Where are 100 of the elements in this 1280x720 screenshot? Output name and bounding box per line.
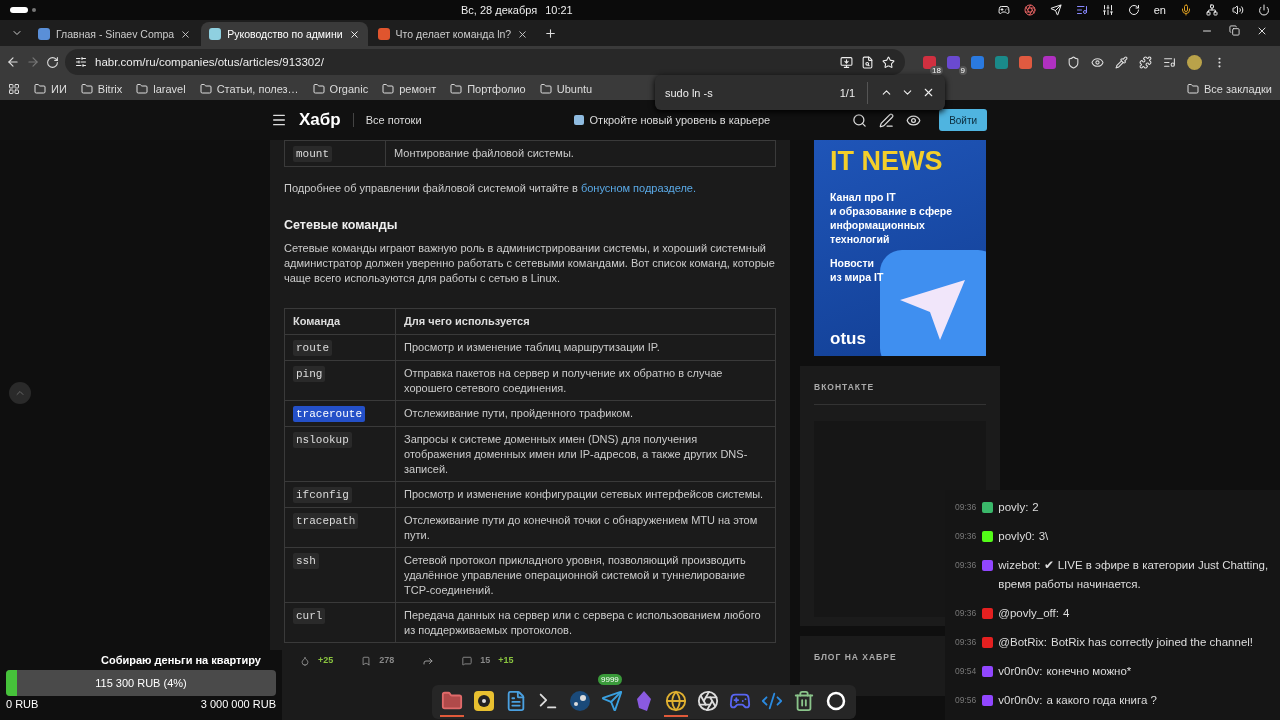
- folder-icon[interactable]: [539, 83, 552, 95]
- folder-icon[interactable]: [34, 83, 46, 95]
- extension-icon[interactable]: [1091, 55, 1104, 69]
- search-icon[interactable]: [852, 112, 868, 128]
- folder-icon[interactable]: [136, 83, 149, 95]
- media-icon[interactable]: [1163, 55, 1176, 69]
- find-field[interactable]: sudo ln -s: [665, 86, 832, 99]
- message-time: 09:36: [955, 559, 977, 572]
- shield-icon[interactable]: [1067, 55, 1080, 69]
- message-time: 09:54: [955, 665, 977, 678]
- eye-icon[interactable]: [906, 112, 922, 128]
- message-time: 09:56: [955, 694, 977, 707]
- pen-icon[interactable]: [879, 112, 895, 128]
- menu-icon[interactable]: [271, 112, 287, 128]
- table-cell: Передача данных на сервер или с сервера с использованием любого из поддерживаемых протоколов.: [395, 602, 776, 643]
- install-icon[interactable]: [840, 55, 853, 69]
- bookmark-star-icon[interactable]: [882, 55, 895, 69]
- command-code: ping: [293, 366, 326, 382]
- bookmark-folder[interactable]: Ubuntu: [556, 83, 593, 95]
- table-cell: Просмотр и изменение таблиц маршрутизации IP.: [395, 334, 776, 361]
- message-time: 09:36: [955, 530, 977, 543]
- site-settings-icon[interactable]: [75, 56, 87, 68]
- trash-icon[interactable]: [793, 690, 815, 712]
- close-icon[interactable]: [1256, 25, 1268, 37]
- badge-count: 18: [930, 65, 943, 75]
- chat-message: v0r0n0v: конечно можно*: [998, 664, 1132, 679]
- gamepad-icon[interactable]: [997, 4, 1010, 16]
- bookmark-folder[interactable]: Статьи, полез…: [216, 83, 299, 95]
- bookmark-folder[interactable]: ремонт: [399, 83, 437, 95]
- close-icon[interactable]: [348, 28, 360, 40]
- chat-message: wizebot: ✔ LIVE в эфире в категории Just Chatting, время работы начинается.: [998, 558, 1270, 592]
- bookmark-icon[interactable]: [361, 655, 372, 666]
- find-icon[interactable]: [861, 55, 874, 69]
- bookmark-folder[interactable]: Портфолио: [467, 83, 526, 95]
- new-comment-count: +15: [498, 654, 514, 667]
- goal-max: 3 000 000 RUB: [200, 698, 276, 710]
- microphone-icon[interactable]: [1180, 4, 1192, 16]
- new-tab-icon[interactable]: [544, 26, 558, 40]
- folder-icon[interactable]: [80, 83, 93, 95]
- close-icon[interactable]: [922, 86, 935, 99]
- donation-amount: 115 300 RUB (4%): [95, 677, 187, 689]
- profile-avatar[interactable]: [1187, 54, 1202, 70]
- ad-banner[interactable]: IT NEWS Канал про IT и образование в сфере информационных технологий Новости из мира IT otus: [814, 140, 986, 356]
- message-time: 09:36: [955, 607, 977, 620]
- back-icon[interactable]: [6, 55, 20, 69]
- folder-icon[interactable]: [1186, 83, 1199, 95]
- article-paragraph: Подробнее об управлении файловой системой читайте в бонусном подразделе.: [284, 181, 698, 196]
- ad-title: IT NEWS: [830, 146, 944, 176]
- document-icon[interactable]: [505, 690, 527, 712]
- close-icon[interactable]: [180, 28, 192, 40]
- feed-link[interactable]: Все потоки: [365, 114, 422, 126]
- drop-icon[interactable]: [300, 655, 310, 666]
- table-cell: mount: [284, 140, 386, 167]
- tab-title: Главная - Sinaev Compa: [56, 28, 175, 40]
- reload-icon[interactable]: [46, 55, 59, 69]
- folder-icon[interactable]: [312, 83, 325, 95]
- extensions-icon[interactable]: [1139, 55, 1152, 69]
- network-icon[interactable]: [1206, 4, 1218, 16]
- sliders-icon[interactable]: [1101, 4, 1114, 16]
- bookmark-folder[interactable]: laravel: [153, 83, 186, 95]
- pipette-icon[interactable]: [1115, 55, 1128, 69]
- keyboard-layout[interactable]: en: [1153, 4, 1166, 16]
- chat-message: povly: 2: [998, 500, 1039, 515]
- close-icon[interactable]: [517, 28, 529, 40]
- folder-icon[interactable]: [450, 83, 463, 95]
- bookmark-folder[interactable]: ИИ: [51, 83, 67, 95]
- folder-icon[interactable]: [441, 690, 463, 712]
- code-icon[interactable]: [761, 690, 783, 712]
- restore-icon[interactable]: [1229, 25, 1240, 36]
- folder-icon[interactable]: [199, 83, 212, 95]
- article-link[interactable]: бонусном подразделе.: [580, 182, 697, 194]
- aperture-icon[interactable]: [1023, 4, 1036, 16]
- address-bar[interactable]: habr.com/ru/companies/otus/articles/913302/: [65, 49, 905, 75]
- promo-link[interactable]: Откройте новый уровень в карьере: [573, 114, 771, 126]
- volume-icon[interactable]: [1232, 4, 1244, 16]
- ring-icon[interactable]: [825, 690, 847, 712]
- folder-icon[interactable]: [382, 83, 395, 95]
- article-paragraph: Сетевые команды играют важную роль в администрировании системы, и хороший системный администратор должен уверенно работать с сетевыми командами. Вот список команд, которые чаще всего используются для работы с сетью в Linux.: [284, 241, 776, 286]
- favicon-icon: [209, 28, 222, 40]
- chat-message: povly0: 3\: [998, 529, 1049, 544]
- equalizer-icon[interactable]: [1075, 4, 1088, 16]
- forward-icon[interactable]: [26, 55, 40, 69]
- site-logo[interactable]: Хабр: [299, 110, 341, 130]
- favicon-icon: [38, 28, 50, 40]
- workspace-dot[interactable]: [32, 8, 36, 12]
- power-icon[interactable]: [1258, 4, 1270, 16]
- browser-tab[interactable]: Руководство по админи: [201, 22, 368, 46]
- browser-tab[interactable]: Главная - Sinaev Compa: [30, 22, 200, 46]
- comment-icon[interactable]: [462, 655, 473, 666]
- bookmark-folder[interactable]: Organic: [329, 83, 369, 95]
- section-title: БЛОГ НА ХАБРЕ: [814, 652, 897, 662]
- login-button[interactable]: Войти: [939, 109, 988, 131]
- all-bookmarks-folder[interactable]: Все закладки: [1203, 83, 1272, 95]
- speaker-icon[interactable]: [473, 690, 495, 712]
- browser-icon[interactable]: [665, 690, 687, 712]
- workspace-indicator[interactable]: [10, 7, 28, 13]
- bookmark-folder[interactable]: Bitrix: [97, 83, 123, 95]
- browser-tab[interactable]: Что делает команда ln?: [369, 22, 537, 46]
- ad-text: из мира IT: [830, 270, 885, 284]
- apps-icon[interactable]: [8, 83, 20, 95]
